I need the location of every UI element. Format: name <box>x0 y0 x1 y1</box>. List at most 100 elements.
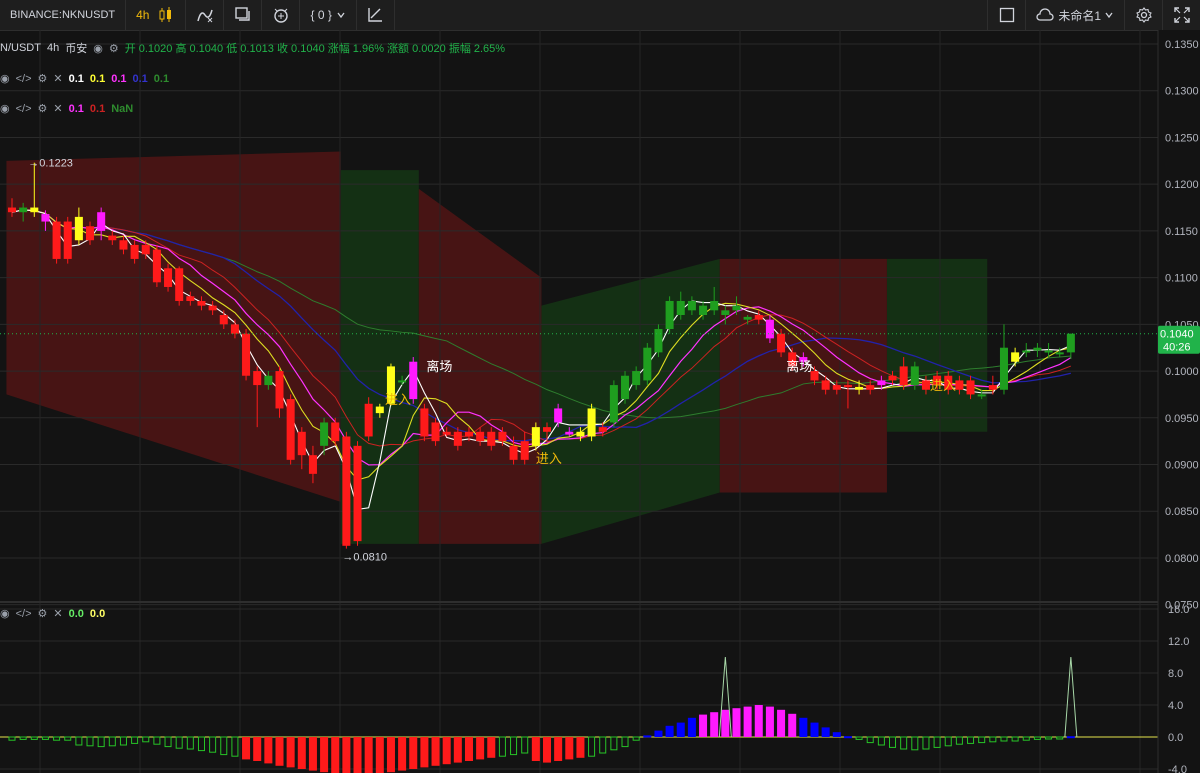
histogram-bar <box>721 709 730 737</box>
windows-icon <box>235 7 250 21</box>
candle-body <box>542 427 552 432</box>
histogram-bar <box>788 713 797 737</box>
candle-body <box>275 371 284 409</box>
layout-menu[interactable]: 未命名1 <box>1025 0 1124 30</box>
histogram-bar <box>821 727 830 737</box>
histogram-bar <box>843 736 852 739</box>
price-chart[interactable]: →0.1223→0.0810离场进入进入离场进入0.13500.13000.12… <box>0 30 1200 773</box>
candle-body <box>843 385 852 388</box>
histogram-bar <box>487 737 496 758</box>
fullscreen-toggle[interactable] <box>987 0 1025 30</box>
indicators-button[interactable] <box>186 0 225 30</box>
osc-tick: -4.0 <box>1168 764 1187 773</box>
replay-button[interactable] <box>357 0 395 30</box>
histogram-bar <box>676 722 685 737</box>
gear-icon[interactable]: ⚙ <box>109 42 119 55</box>
cloud-region <box>719 258 887 493</box>
exchange-label: 币安 <box>65 43 88 55</box>
layout-name: 未命名1 <box>1058 8 1101 23</box>
indicator-value: 0.0 <box>89 607 106 620</box>
candle-body <box>186 296 195 301</box>
script-button[interactable]: { 0 } <box>300 0 357 30</box>
candle-body <box>130 244 139 259</box>
osc-tick: 8.0 <box>1168 668 1183 680</box>
code-icon[interactable]: </> <box>16 73 32 85</box>
candle-body <box>297 431 306 456</box>
histogram-bar <box>353 737 362 773</box>
histogram-bar <box>264 737 273 764</box>
interval-button[interactable]: 4h <box>126 0 187 30</box>
osc-tick: 16.0 <box>1168 604 1189 616</box>
pair-label: N/USDT <box>0 42 41 54</box>
indicator-legend-1: ◉ </> ⚙ ✕ 0.1 0.1 0.1 0.1 0.1 <box>0 72 170 86</box>
histogram-bar <box>409 737 418 769</box>
expand-button[interactable] <box>1162 0 1200 30</box>
settings-button[interactable] <box>1124 0 1162 30</box>
close-icon[interactable]: ✕ <box>53 607 62 620</box>
candle-body <box>765 319 774 339</box>
price-tick: 0.0800 <box>1165 553 1199 565</box>
price-tick: 0.1150 <box>1165 226 1198 238</box>
ohlc-item: 涨幅 1.96% <box>327 43 388 55</box>
chart-area[interactable]: →0.1223 →0.0810 离场 进入 进入 离场 进入 0.1350 0.1300 0.12… <box>0 30 1200 773</box>
eye-icon[interactable]: ◉ <box>0 102 10 115</box>
candle-body <box>119 240 128 250</box>
histogram-bar <box>799 717 808 737</box>
candle-body <box>320 422 329 446</box>
candle-body <box>464 431 473 437</box>
candle-body <box>710 300 719 311</box>
indicator-value: 0.0 <box>68 607 84 620</box>
price-tick: 0.0850 <box>1165 506 1199 518</box>
candle-body <box>531 427 540 446</box>
ohlc-item: 高 0.1040 <box>175 43 227 55</box>
close-icon[interactable]: ✕ <box>53 72 62 85</box>
candle-body <box>1011 352 1020 362</box>
osc-tick: 4.0 <box>1168 700 1183 712</box>
code-icon[interactable]: </> <box>16 103 32 115</box>
indicator-value: 0.1 <box>132 72 148 85</box>
histogram-bar <box>342 737 351 773</box>
symbol-search[interactable]: BINANCE:NKNUSDT <box>0 0 127 30</box>
candle-body <box>242 333 251 376</box>
histogram-bar <box>743 706 752 737</box>
candle-body <box>52 221 61 259</box>
candle-body <box>453 431 462 446</box>
osc-tick: 12.0 <box>1168 636 1189 648</box>
exit-label: 离场 <box>786 359 812 374</box>
price-tick: 0.1100 <box>1165 273 1198 285</box>
histogram-bar <box>554 737 563 761</box>
ohlc-item: 涨额 0.0020 <box>387 43 449 55</box>
indicator-value: 0.1 <box>153 72 170 85</box>
compare-button[interactable] <box>224 0 263 30</box>
histogram-bar <box>732 708 741 737</box>
gear-icon[interactable]: ⚙ <box>38 607 48 620</box>
candle-body <box>197 300 206 306</box>
code-icon[interactable]: </> <box>16 608 32 620</box>
gear-icon[interactable]: ⚙ <box>38 72 48 85</box>
price-tick: 0.1000 <box>1165 366 1199 378</box>
eye-icon[interactable]: ◉ <box>0 607 10 620</box>
toolbar-right: 未命名1 <box>987 0 1200 30</box>
candle-body <box>164 268 173 287</box>
interval-label: 4h <box>136 8 150 22</box>
histogram-bar <box>531 737 540 761</box>
candle-body <box>832 385 841 390</box>
candle-body <box>219 315 228 325</box>
candle-body <box>286 399 295 460</box>
function-icon <box>197 9 213 23</box>
histogram-bar <box>308 737 317 771</box>
candle-body <box>687 300 696 311</box>
oscillator-legend: ◉ </> ⚙ ✕ 0.0 0.0 <box>0 607 106 621</box>
eye-icon[interactable]: ◉ <box>0 72 10 85</box>
indicator-value: 0.1 <box>89 72 106 85</box>
cloud-region <box>886 258 988 432</box>
close-icon[interactable]: ✕ <box>53 102 62 115</box>
candle-body <box>888 375 897 381</box>
eye-icon[interactable]: ◉ <box>93 42 103 55</box>
candle-body <box>665 300 674 330</box>
alert-button[interactable] <box>262 0 301 30</box>
candle-body <box>743 316 752 320</box>
script-label: { 0 } <box>310 8 332 22</box>
gear-icon[interactable]: ⚙ <box>38 102 48 115</box>
countdown-label: 40:26 <box>1163 342 1191 354</box>
